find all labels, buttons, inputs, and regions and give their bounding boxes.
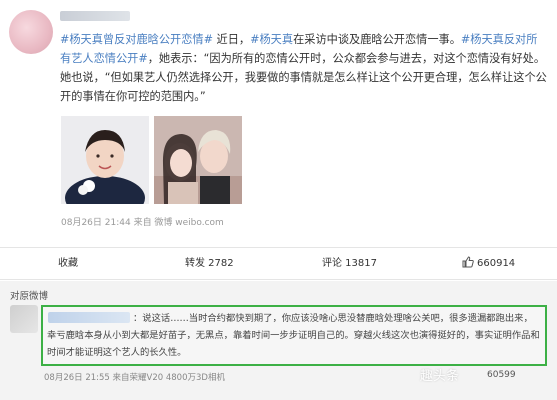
post-text-segment: 在采访中谈及鹿晗公开恋情一事。 [293, 33, 461, 46]
favorite-button[interactable]: 收藏 [58, 248, 78, 279]
user-avatar[interactable] [9, 10, 53, 54]
hashtag-link[interactable]: #杨天真曾反对鹿晗公开恋情# [60, 33, 213, 46]
thumbs-up-icon [462, 256, 474, 268]
comment-like-count[interactable]: 60599 [487, 370, 516, 380]
hashtag-link[interactable]: #杨天真 [250, 33, 293, 46]
post-meta: 08月26日 21:44 来自 微博 weibo.com [61, 218, 224, 228]
highlighted-comment: ：说这话……当时合约都快到期了，你应该没啥心思没替鹿晗处理啥公关吧，很多遗漏都跑… [41, 305, 547, 366]
action-bar: 收藏 转发 2782 评论 13817 660914 [0, 247, 557, 280]
comment-header: 对原微博 [10, 291, 49, 302]
share-button[interactable]: 转发 2782 [185, 248, 234, 279]
weibo-post: #杨天真曾反对鹿晗公开恋情# 近日，#杨天真在采访中谈及鹿晗公开恋情一事。#杨天… [0, 0, 557, 240]
post-photo[interactable] [154, 116, 242, 204]
comment-text: ：说这话……当时合约都快到期了，你应该没啥心思没替鹿晗处理啥公关吧，很多遗漏都跑… [47, 313, 540, 358]
commenter-avatar[interactable] [10, 305, 38, 333]
username-blurred[interactable] [60, 11, 130, 21]
like-button[interactable]: 660914 [462, 248, 515, 279]
comment-meta: 08月26日 21:55 来自荣耀V20 4800万3D相机 [44, 373, 225, 383]
like-count: 660914 [477, 258, 516, 269]
post-text: #杨天真曾反对鹿晗公开恋情# 近日，#杨天真在采访中谈及鹿晗公开恋情一事。#杨天… [60, 30, 548, 106]
watermark-logo: 趣头条 [420, 369, 460, 384]
comment-section: 对原微博 ：说这话……当时合约都快到期了，你应该没啥心思没替鹿晗处理啥公关吧，很… [0, 281, 557, 400]
comment-button[interactable]: 评论 13817 [322, 248, 377, 279]
post-text-segment: 近日， [213, 33, 251, 46]
post-photo[interactable] [61, 116, 149, 204]
